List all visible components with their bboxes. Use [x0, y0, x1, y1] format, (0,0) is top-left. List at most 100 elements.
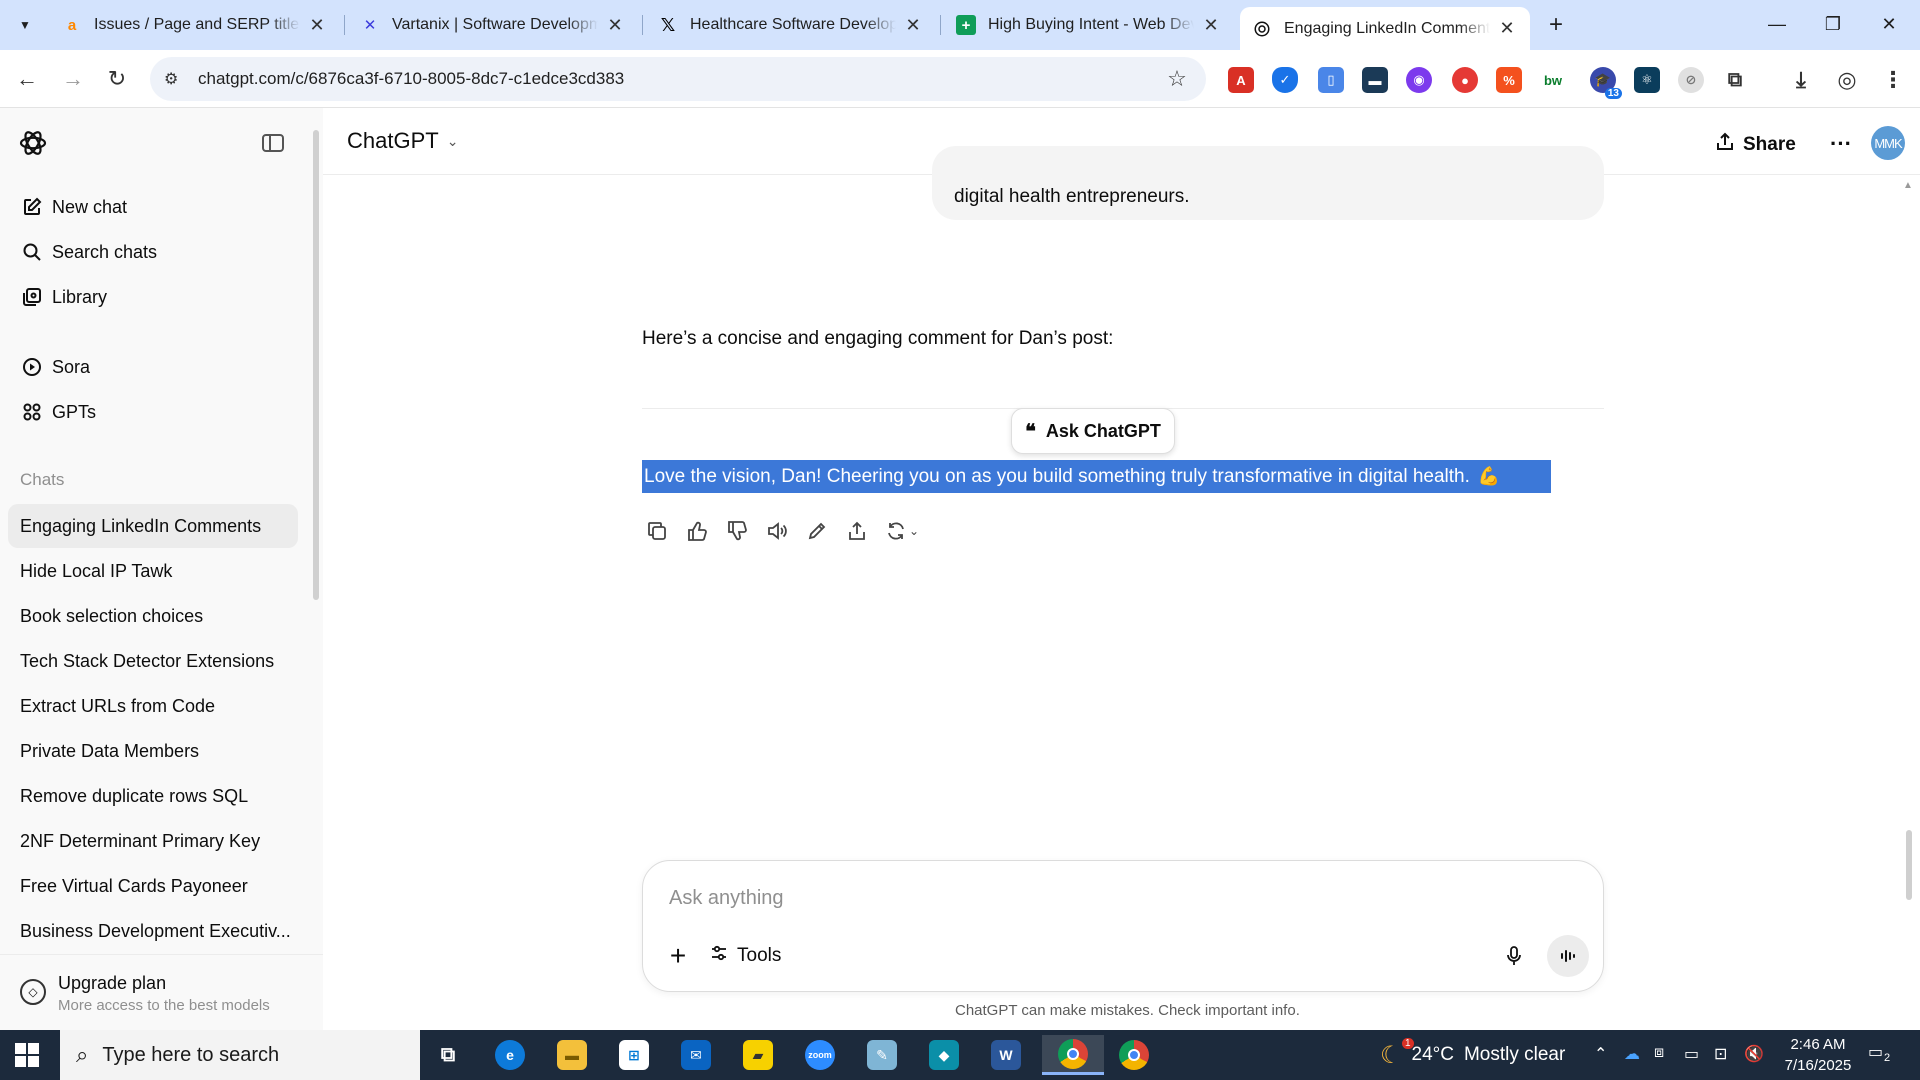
- scroll-up-arrow-icon[interactable]: ▲: [1903, 180, 1913, 191]
- volume-muted-icon[interactable]: 🔇: [1744, 1044, 1764, 1064]
- chrome-profile-icon[interactable]: [1106, 1035, 1162, 1075]
- share-button[interactable]: Share: [1715, 128, 1796, 162]
- forward-arrow-icon[interactable]: →: [56, 62, 90, 96]
- prompt-input[interactable]: [669, 887, 1549, 910]
- docs-extension-icon[interactable]: ▯: [1318, 67, 1344, 93]
- pokeball-extension-icon[interactable]: ●: [1452, 67, 1478, 93]
- browser-tab-2[interactable]: ✕ Vartanix | Software Development ✕: [348, 7, 638, 43]
- tab-search-chevron-icon[interactable]: ▼: [10, 11, 40, 39]
- microsoft-store-icon[interactable]: ⊞: [606, 1035, 662, 1075]
- sidebar-toggle-icon[interactable]: [260, 130, 286, 156]
- add-attachment-button[interactable]: +: [661, 939, 695, 973]
- weather-widget[interactable]: ☾ 1 24°C Mostly clear: [1380, 1030, 1565, 1080]
- react-extension-icon[interactable]: ⚛: [1634, 67, 1660, 93]
- url-text[interactable]: chatgpt.com/c/6876ca3f-6710-8005-8dc7-c1…: [198, 69, 1162, 89]
- show-hidden-icons-chevron-icon[interactable]: ⌃: [1594, 1044, 1607, 1064]
- mortarboard-extension-icon[interactable]: 🎓 13: [1590, 67, 1622, 99]
- shield-extension-icon[interactable]: ✓: [1272, 67, 1298, 93]
- model-picker[interactable]: ChatGPT ⌄: [347, 128, 458, 154]
- tools-button[interactable]: Tools: [709, 939, 781, 973]
- read-aloud-icon[interactable]: [762, 516, 792, 546]
- minimize-window-icon[interactable]: —: [1750, 6, 1804, 42]
- battery-icon[interactable]: ▭: [1684, 1044, 1699, 1064]
- close-tab-icon[interactable]: ✕: [306, 14, 328, 36]
- library-button[interactable]: Library: [20, 280, 107, 314]
- word-icon[interactable]: W: [978, 1035, 1034, 1075]
- bookmark-star-icon[interactable]: ☆: [1162, 66, 1192, 92]
- main-scrollbar[interactable]: [1906, 830, 1912, 900]
- regenerate-icon[interactable]: ⌄: [882, 516, 922, 546]
- zoom-icon[interactable]: zoom: [792, 1035, 848, 1075]
- pdf-extension-icon[interactable]: A: [1228, 67, 1254, 93]
- close-tab-icon[interactable]: ✕: [1200, 14, 1222, 36]
- upgrade-plan-button[interactable]: ◇ Upgrade plan More access to the best m…: [0, 954, 323, 1030]
- network-icon[interactable]: ⊡: [1714, 1044, 1727, 1064]
- browser-tab-3[interactable]: 𝕏 Healthcare Software Development ✕: [646, 7, 936, 43]
- chat-item[interactable]: Hide Local IP Tawk: [8, 549, 298, 593]
- chat-item[interactable]: Private Data Members: [8, 729, 298, 773]
- chat-item[interactable]: Tech Stack Detector Extensions: [8, 639, 298, 683]
- chat-item-active[interactable]: Engaging LinkedIn Comments: [8, 504, 298, 548]
- close-window-icon[interactable]: ✕: [1862, 6, 1916, 42]
- gpts-button[interactable]: GPTs: [20, 395, 96, 429]
- share-message-icon[interactable]: [842, 516, 872, 546]
- search-chats-button[interactable]: Search chats: [20, 235, 157, 269]
- chat-item[interactable]: Extract URLs from Code: [8, 684, 298, 728]
- task-view-icon[interactable]: ⧉: [420, 1035, 476, 1075]
- ask-chatgpt-button[interactable]: ❝ Ask ChatGPT: [1011, 408, 1175, 454]
- browser-tab-1[interactable]: a Issues / Page and SERP titles do ✕: [50, 7, 340, 43]
- reload-icon[interactable]: ↻: [100, 62, 134, 96]
- bw-extension-icon[interactable]: bw: [1540, 67, 1566, 93]
- avatar[interactable]: MMK: [1871, 126, 1905, 160]
- new-tab-button[interactable]: +: [1540, 10, 1572, 40]
- profile-icon[interactable]: ◎: [1834, 67, 1860, 93]
- percent-extension-icon[interactable]: %: [1496, 67, 1522, 93]
- chat-item[interactable]: Free Virtual Cards Payoneer: [8, 864, 298, 908]
- taskbar-search[interactable]: ⌕ Type here to search: [60, 1030, 420, 1080]
- file-explorer-icon[interactable]: ▬: [544, 1035, 600, 1075]
- edit-canvas-icon[interactable]: [802, 516, 832, 546]
- vpn-app-icon[interactable]: ◆: [916, 1035, 972, 1075]
- sticky-notes-icon[interactable]: ▰: [730, 1035, 786, 1075]
- voice-mode-button[interactable]: [1547, 935, 1589, 977]
- thumbs-down-icon[interactable]: [722, 516, 752, 546]
- restore-window-icon[interactable]: ❐: [1806, 6, 1860, 42]
- system-clock[interactable]: 2:46 AM 7/16/2025: [1768, 1034, 1868, 1076]
- close-tab-icon[interactable]: ✕: [1496, 18, 1518, 40]
- close-tab-icon[interactable]: ✕: [902, 14, 924, 36]
- folder-extension-icon[interactable]: ▬: [1362, 67, 1388, 93]
- back-arrow-icon[interactable]: ←: [10, 62, 44, 96]
- chat-item[interactable]: 2NF Determinant Primary Key: [8, 819, 298, 863]
- site-info-icon[interactable]: ⚙: [164, 69, 186, 89]
- edge-browser-icon[interactable]: e: [482, 1035, 538, 1075]
- extensions-puzzle-icon[interactable]: ⧉: [1722, 67, 1748, 93]
- thumbs-up-icon[interactable]: [682, 516, 712, 546]
- onedrive-cloud-icon[interactable]: ☁: [1624, 1044, 1640, 1064]
- chrome-icon-active[interactable]: [1042, 1035, 1104, 1075]
- new-chat-button[interactable]: New chat: [20, 190, 127, 224]
- compass-extension-icon[interactable]: ⊘: [1678, 67, 1704, 93]
- more-options-icon[interactable]: ···: [1823, 126, 1859, 162]
- download-icon[interactable]: ⤓: [1788, 67, 1814, 93]
- pen-app-icon[interactable]: ✎: [854, 1035, 910, 1075]
- microphone-icon[interactable]: [1497, 939, 1531, 973]
- browser-tab-4[interactable]: + High Buying Intent - Web Deve ✕: [944, 7, 1234, 43]
- sora-button[interactable]: Sora: [20, 350, 90, 384]
- openai-logo-icon[interactable]: [18, 128, 48, 158]
- tray-app-icon[interactable]: ⧈: [1654, 1044, 1664, 1062]
- windows-taskbar: ⌕ Type here to search ⧉ e ▬ ⊞ ✉ ▰ zoom ✎…: [0, 1030, 1920, 1080]
- chat-item[interactable]: Remove duplicate rows SQL: [8, 774, 298, 818]
- chat-item[interactable]: Book selection choices: [8, 594, 298, 638]
- copy-icon[interactable]: [642, 516, 672, 546]
- close-tab-icon[interactable]: ✕: [604, 14, 626, 36]
- chat-item[interactable]: Business Development Executiv...: [8, 909, 298, 953]
- notification-center-icon[interactable]: ▭ 2: [1868, 1042, 1898, 1068]
- browser-menu-icon[interactable]: ⋮: [1880, 67, 1906, 93]
- sidebar-scrollbar[interactable]: [313, 130, 319, 600]
- selected-comment-text[interactable]: Love the vision, Dan! Cheering you on as…: [642, 460, 1551, 493]
- mail-icon[interactable]: ✉: [668, 1035, 724, 1075]
- circle-extension-icon[interactable]: ◉: [1406, 67, 1432, 93]
- windows-start-icon[interactable]: [14, 1042, 40, 1068]
- browser-tab-active[interactable]: Engaging LinkedIn Comments ✕: [1240, 7, 1530, 50]
- address-bar[interactable]: ⚙ chatgpt.com/c/6876ca3f-6710-8005-8dc7-…: [150, 57, 1206, 101]
